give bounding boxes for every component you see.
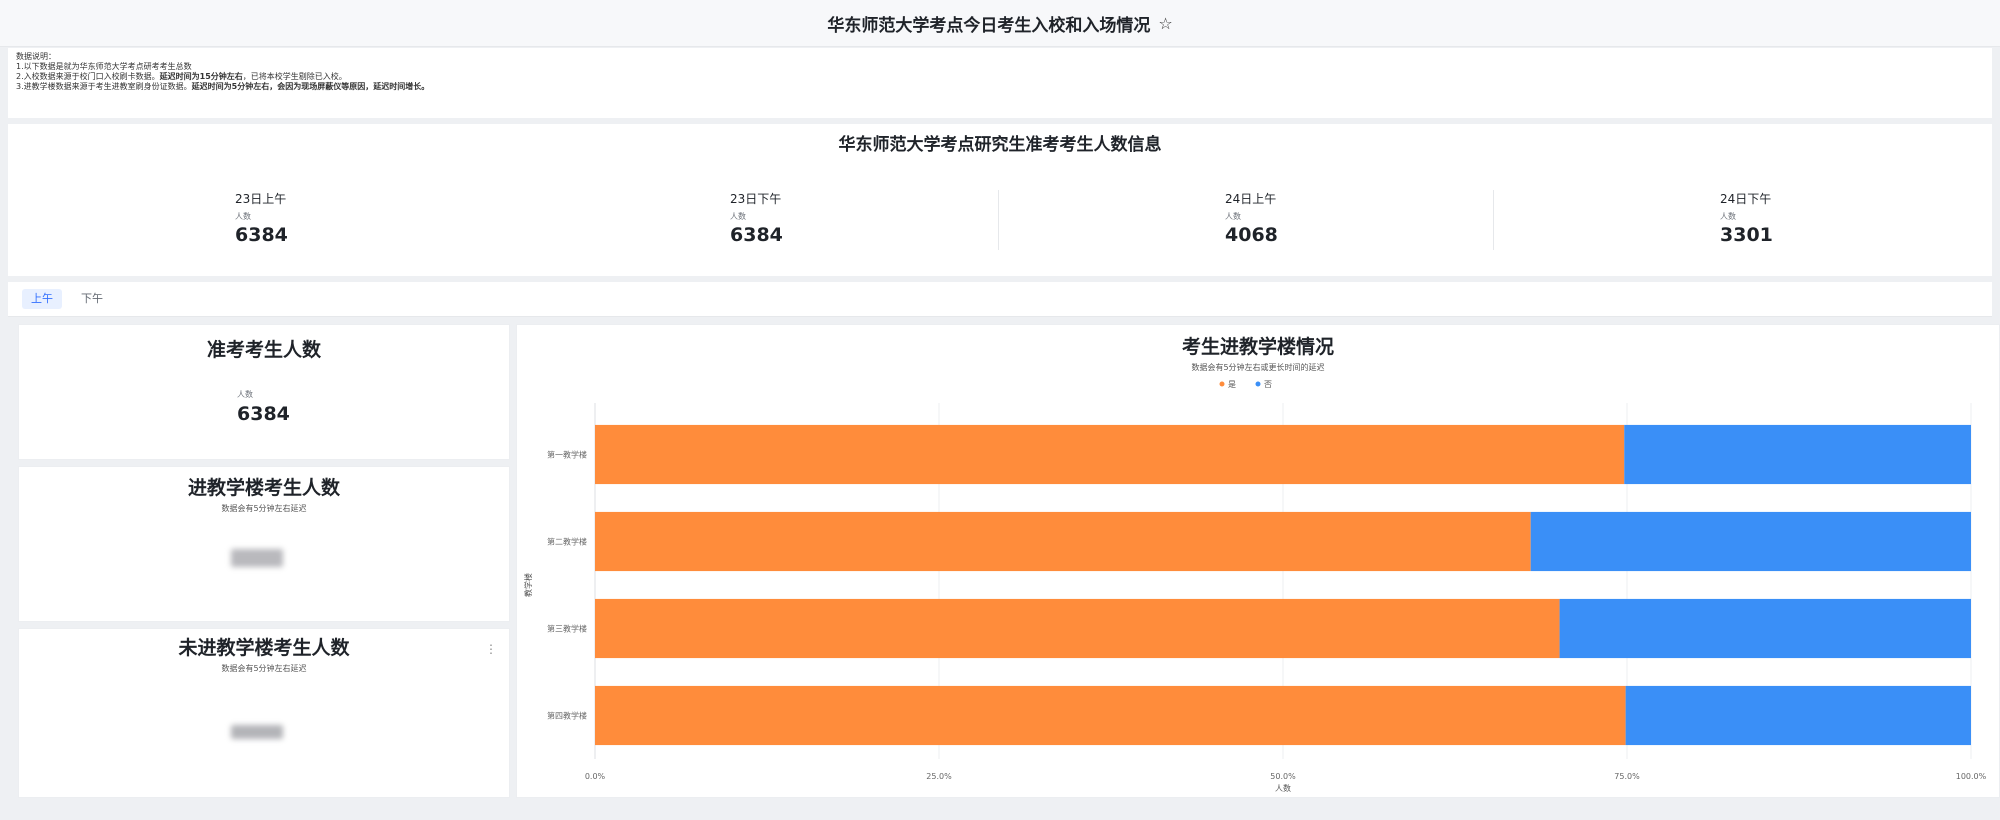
y-tick-label: 第三教学楼 bbox=[547, 624, 587, 634]
kpi-divider bbox=[1493, 190, 1494, 250]
bar-segment bbox=[1624, 424, 1971, 485]
kpi-block: 24日下午 人数 3301 bbox=[1493, 180, 1988, 270]
tab-morning[interactable]: 上午 bbox=[22, 289, 62, 309]
card-title: 未进教学楼考生人数 bbox=[178, 637, 350, 659]
bar-segment bbox=[595, 598, 1560, 659]
kpi-block: 24日上午 人数 4068 bbox=[998, 180, 1493, 270]
y-tick-label: 第二教学楼 bbox=[547, 537, 587, 547]
notes-line-3: 3.进教学楼数据来源于考生进教室刷身份证数据。延迟时间为5分钟左右，会因为现场屏… bbox=[16, 82, 1984, 92]
notes-line-2-tail: ，已将本校学生剔除已入校。 bbox=[242, 72, 347, 81]
x-tick-label: 0.0% bbox=[585, 772, 606, 781]
x-tick-label: 75.0% bbox=[1614, 772, 1640, 781]
entered-count-card: 进教学楼考生人数 数据会有5分钟左右延迟 bbox=[18, 466, 510, 622]
blurred-value bbox=[231, 725, 283, 739]
notes-line-1: 1.以下数据是就为华东师范大学考点研考考生总数 bbox=[16, 62, 192, 71]
x-tick-label: 100.0% bbox=[1956, 772, 1987, 781]
bar-segment bbox=[595, 685, 1626, 746]
card-title: 进教学楼考生人数 bbox=[187, 477, 340, 499]
kpi-block: 23日上午 人数 6384 bbox=[8, 180, 503, 270]
y-tick-label: 第一教学楼 bbox=[547, 450, 587, 460]
kpi-block: 23日下午 人数 6384 bbox=[503, 180, 998, 270]
bar-segment bbox=[595, 424, 1625, 485]
notes-line-2: 2.入校数据来源于校门口入校刷卡数据。延迟时间为15分钟左右，已将本校学生剔除已… bbox=[16, 72, 1984, 82]
not-entered-count-card: ⋮ 未进教学楼考生人数 数据会有5分钟左右延迟 bbox=[18, 628, 510, 798]
kpi-title: 23日下午 bbox=[730, 192, 782, 206]
kpi-label: 人数 bbox=[1225, 212, 1241, 221]
kpi-value: 6384 bbox=[730, 224, 783, 246]
data-notes: 数据说明： 1.以下数据是就为华东师范大学考点研考考生总数 2.入校数据来源于校… bbox=[8, 48, 1992, 118]
kpi-label: 人数 bbox=[1720, 212, 1736, 221]
kpi-title: 24日下午 bbox=[1720, 192, 1772, 206]
y-tick-label: 第四教学楼 bbox=[547, 711, 587, 721]
building-entry-chart: 考生进教学楼情况数据会有5分钟左右或更长时间的延迟是 否 0.0% 25.0% 50.0… bbox=[523, 335, 1987, 793]
bar-segment bbox=[595, 511, 1531, 572]
card-title: 准考考生人数 bbox=[206, 339, 321, 361]
x-tick-label: 50.0% bbox=[1270, 772, 1296, 781]
notes-line-3-emphasis: 延迟时间为5分钟左右，会因为现场屏蔽仪等原因，延迟时间增长。 bbox=[191, 82, 430, 91]
bar-segment bbox=[1559, 598, 1971, 659]
summary-title: 华东师范大学考点研究生准考考生人数信息 bbox=[838, 135, 1162, 155]
chart-subtitle: 数据会有5分钟左右或更长时间的延迟 bbox=[1191, 362, 1324, 372]
legend-marker bbox=[1255, 381, 1261, 387]
y-axis-label: 教学楼 bbox=[523, 573, 533, 597]
dashboard-title: 华东师范大学考点今日考生入校和入场情况 bbox=[827, 15, 1151, 36]
kpi-divider bbox=[998, 190, 999, 250]
summary-panel: 华东师范大学考点研究生准考考生人数信息 23日上午 人数 6384 23日下午 … bbox=[8, 124, 1992, 276]
x-tick-label: 25.0% bbox=[926, 772, 952, 781]
admitted-count-card: 准考考生人数 人数 6384 bbox=[18, 324, 510, 460]
kpi-title: 23日上午 bbox=[235, 192, 287, 206]
kpi-title: 24日上午 bbox=[1225, 192, 1277, 206]
notes-line-3-text: 3.进教学楼数据来源于考生进教室刷身份证数据。 bbox=[16, 82, 192, 91]
kpi-value: 6384 bbox=[235, 224, 288, 246]
blurred-value bbox=[231, 549, 283, 567]
session-tabs: 上午 下午 bbox=[8, 282, 1992, 317]
legend-label: 否 bbox=[1264, 380, 1272, 389]
kpi-value: 3301 bbox=[1720, 224, 1773, 246]
x-axis-label: 人数 bbox=[1275, 783, 1291, 793]
notes-line-2-emphasis: 延迟时间为15分钟左右 bbox=[159, 72, 243, 81]
dashboard-header: 华东师范大学考点今日考生入校和入场情况 ☆ bbox=[0, 0, 2000, 47]
legend-label: 是 bbox=[1228, 380, 1236, 389]
card-label: 人数 bbox=[237, 390, 253, 399]
kpi-label: 人数 bbox=[235, 212, 251, 221]
notes-line-2-text: 2.入校数据来源于校门口入校刷卡数据。 bbox=[16, 72, 160, 81]
bar-segment bbox=[1530, 511, 1971, 572]
card-value: 6384 bbox=[237, 403, 290, 425]
legend-marker bbox=[1219, 381, 1225, 387]
bar-segment bbox=[1625, 685, 1971, 746]
card-subtitle: 数据会有5分钟左右延迟 bbox=[221, 664, 307, 673]
kpi-label: 人数 bbox=[730, 212, 746, 221]
star-icon[interactable]: ☆ bbox=[1158, 14, 1172, 33]
tab-afternoon[interactable]: 下午 bbox=[72, 289, 112, 309]
notes-heading: 数据说明： bbox=[16, 52, 56, 61]
chart-title: 考生进教学楼情况 bbox=[1182, 335, 1334, 358]
footer-strip bbox=[0, 800, 2000, 820]
kpi-value: 4068 bbox=[1225, 224, 1278, 246]
building-entry-chart-card: 考生进教学楼情况数据会有5分钟左右或更长时间的延迟是 否 0.0% 25.0% 50.0… bbox=[516, 324, 2000, 798]
card-subtitle: 数据会有5分钟左右延迟 bbox=[221, 504, 307, 513]
